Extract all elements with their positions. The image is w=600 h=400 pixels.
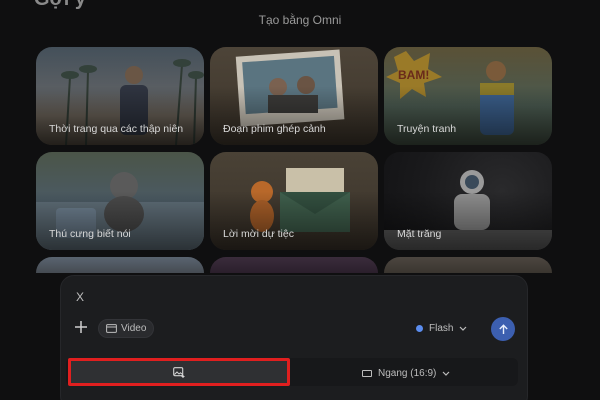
template-card-partial[interactable] <box>210 257 378 273</box>
template-card-talking-pet[interactable]: Thú cưng biết nói <box>36 152 204 250</box>
card-label: Lời mời dự tiệc <box>223 228 294 240</box>
template-card-fashion[interactable]: Thời trang qua các thập niên <box>36 47 204 145</box>
card-label: Thú cưng biết nói <box>49 228 131 240</box>
send-button[interactable] <box>491 317 515 341</box>
aspect-ratio-dropdown[interactable]: Ngang (16:9) <box>362 366 450 380</box>
close-button[interactable]: X <box>76 290 88 304</box>
plus-icon[interactable] <box>73 319 89 335</box>
template-card-comic[interactable]: BAM! Truyện tranh <box>384 47 552 145</box>
template-grid: Thời trang qua các thập niên Đoạn phim g… <box>36 47 552 273</box>
card-image <box>36 257 204 273</box>
card-label: Thời trang qua các thập niên <box>49 123 184 135</box>
chevron-down-icon <box>460 326 467 331</box>
card-image <box>210 257 378 273</box>
card-label: Truyện tranh <box>397 123 457 135</box>
template-card-partial[interactable] <box>384 257 552 273</box>
page-subtitle: Tạo bằng Omni <box>258 13 342 27</box>
model-indicator-dot <box>416 324 423 332</box>
aspect-ratio-label: Ngang (16:9) <box>378 367 437 379</box>
video-mode-chip[interactable]: Video <box>98 319 155 338</box>
template-card-collage[interactable]: Đoạn phim ghép cảnh <box>210 47 378 145</box>
page-heading: Gợi ý <box>34 0 86 11</box>
card-image <box>384 257 552 273</box>
film-icon <box>106 324 117 333</box>
template-card-partial[interactable] <box>36 257 204 273</box>
arrow-up-icon <box>498 323 508 334</box>
image-add-icon <box>173 366 185 378</box>
card-label: Đoạn phim ghép cảnh <box>223 123 326 135</box>
template-card-moon[interactable]: Mặt trăng <box>384 152 552 250</box>
model-dropdown[interactable]: Flash <box>416 320 467 336</box>
template-card-invitation[interactable]: Lời mời dự tiệc <box>210 152 378 250</box>
card-label: Mặt trăng <box>397 228 442 240</box>
landscape-icon <box>362 369 372 377</box>
chevron-down-icon <box>442 371 450 376</box>
video-mode-label: Video <box>121 323 147 334</box>
model-label: Flash <box>429 322 454 334</box>
add-image-button[interactable] <box>68 358 290 386</box>
